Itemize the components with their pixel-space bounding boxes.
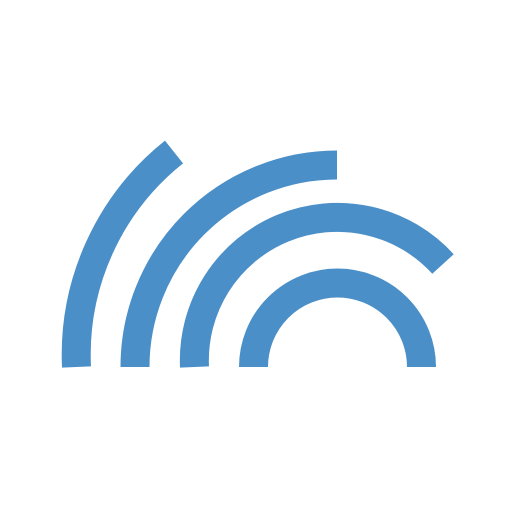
concentric-arcs-signal-icon	[61, 140, 454, 368]
app-icon-canvas	[0, 0, 512, 512]
arc-inner	[239, 268, 436, 368]
